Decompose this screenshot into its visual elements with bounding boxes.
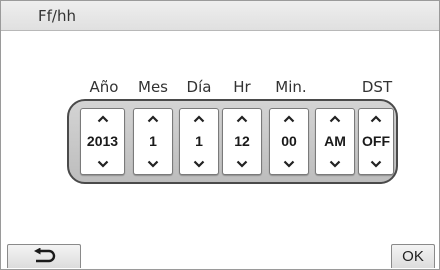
label-year: Año bbox=[89, 78, 119, 96]
chevron-down-icon[interactable] bbox=[316, 160, 354, 168]
label-minute: Min. bbox=[275, 78, 307, 96]
chevron-down-icon[interactable] bbox=[180, 160, 218, 168]
am-pm-value: AM bbox=[324, 133, 346, 149]
back-arrow-icon bbox=[34, 248, 56, 263]
hour-spinner[interactable]: 12 bbox=[222, 108, 262, 175]
chevron-down-icon[interactable] bbox=[81, 160, 124, 168]
chevron-up-icon[interactable] bbox=[316, 115, 354, 123]
chevron-up-icon[interactable] bbox=[81, 115, 124, 123]
year-value: 2013 bbox=[86, 133, 119, 149]
chevron-down-icon[interactable] bbox=[270, 160, 308, 168]
label-hour: Hr bbox=[233, 78, 251, 96]
label-dst: DST bbox=[361, 78, 393, 96]
chevron-down-icon[interactable] bbox=[223, 160, 261, 168]
day-spinner[interactable]: 1 bbox=[179, 108, 219, 175]
chevron-up-icon[interactable] bbox=[134, 115, 172, 123]
dst-spinner[interactable]: OFF bbox=[358, 108, 394, 175]
ok-label: OK bbox=[402, 248, 424, 265]
chevron-up-icon[interactable] bbox=[359, 115, 393, 123]
back-button[interactable] bbox=[7, 244, 81, 268]
hour-value: 12 bbox=[234, 133, 250, 149]
chevron-up-icon[interactable] bbox=[223, 115, 261, 123]
ok-button[interactable]: OK bbox=[391, 244, 435, 268]
am-pm-spinner[interactable]: AM bbox=[315, 108, 355, 175]
month-spinner[interactable]: 1 bbox=[133, 108, 173, 175]
year-spinner[interactable]: 2013 bbox=[80, 108, 125, 175]
chevron-down-icon[interactable] bbox=[134, 160, 172, 168]
month-value: 1 bbox=[149, 133, 157, 149]
page-title: Ff/hh bbox=[38, 7, 76, 25]
title-bar: Ff/hh bbox=[1, 1, 439, 31]
chevron-up-icon[interactable] bbox=[180, 115, 218, 123]
chevron-down-icon[interactable] bbox=[359, 160, 393, 168]
minute-spinner[interactable]: 00 bbox=[269, 108, 309, 175]
chevron-up-icon[interactable] bbox=[270, 115, 308, 123]
dst-value: OFF bbox=[362, 133, 390, 149]
day-value: 1 bbox=[195, 133, 203, 149]
minute-value: 00 bbox=[281, 133, 297, 149]
